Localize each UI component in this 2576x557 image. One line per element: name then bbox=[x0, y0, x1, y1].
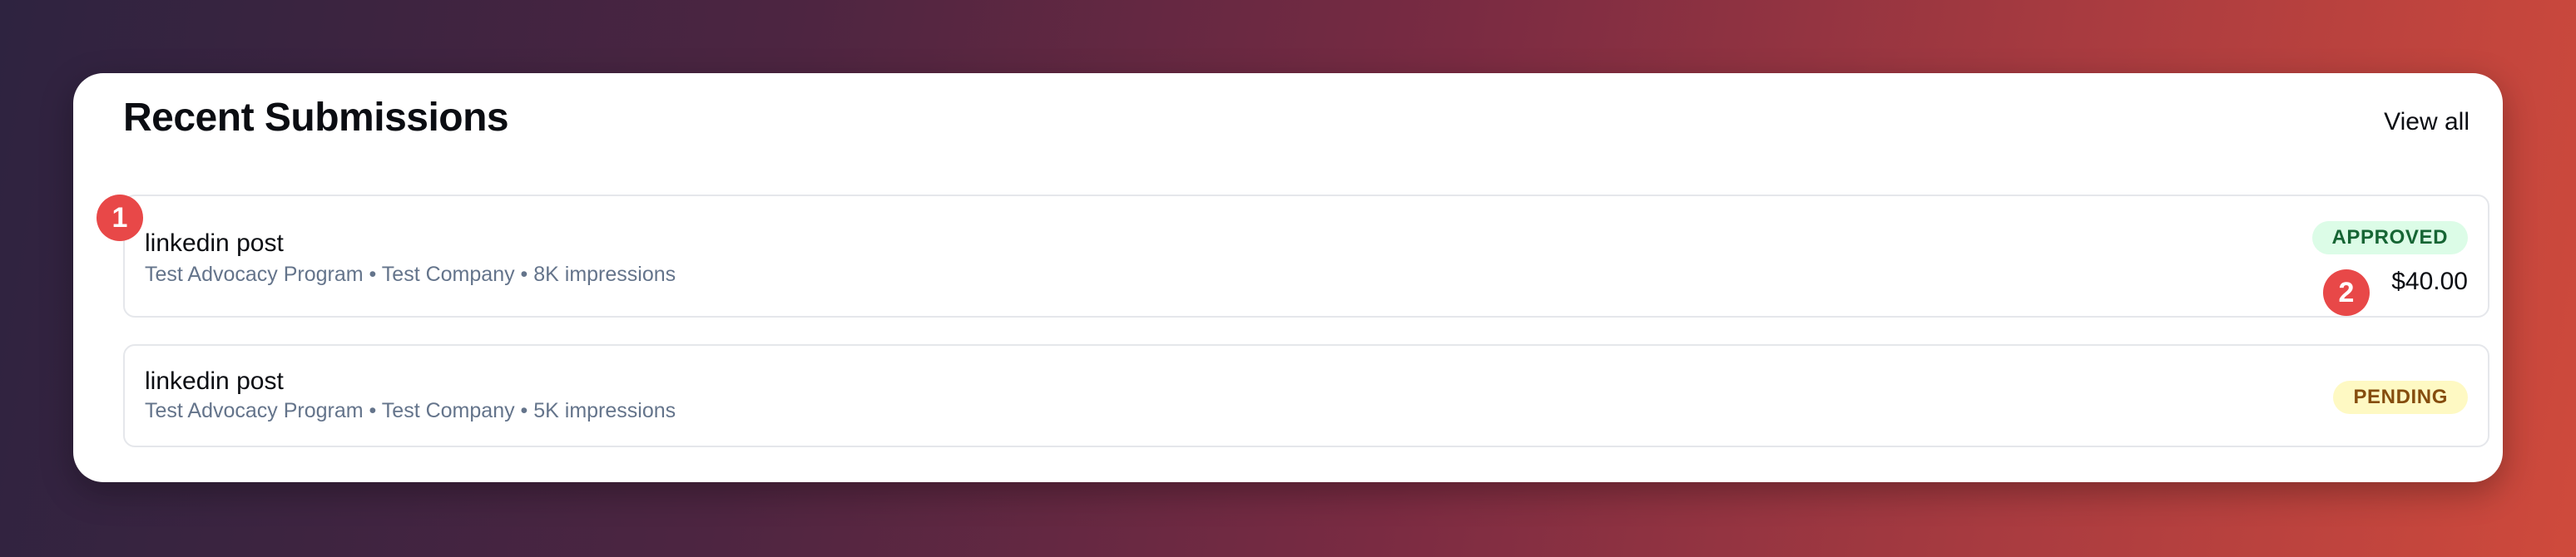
view-all-link[interactable]: View all bbox=[2384, 108, 2469, 136]
recent-submissions-card: Recent Submissions View all linkedin pos… bbox=[73, 73, 2503, 482]
status-badge-pending: PENDING bbox=[2333, 381, 2468, 414]
submission-item[interactable]: linkedin post Test Advocacy Program • Te… bbox=[123, 195, 2489, 318]
submission-title: linkedin post bbox=[145, 229, 284, 257]
annotation-marker-2: 2 bbox=[2323, 269, 2370, 316]
submission-meta: Test Advocacy Program • Test Company • 8… bbox=[145, 263, 676, 286]
submission-item[interactable]: linkedin post Test Advocacy Program • Te… bbox=[123, 344, 2489, 447]
annotation-marker-1: 1 bbox=[97, 195, 143, 241]
submission-amount: $40.00 bbox=[2391, 268, 2468, 295]
card-title: Recent Submissions bbox=[123, 96, 509, 140]
status-badge-approved: APPROVED bbox=[2311, 221, 2468, 254]
submission-meta: Test Advocacy Program • Test Company • 5… bbox=[145, 399, 676, 422]
submission-title: linkedin post bbox=[145, 367, 284, 395]
